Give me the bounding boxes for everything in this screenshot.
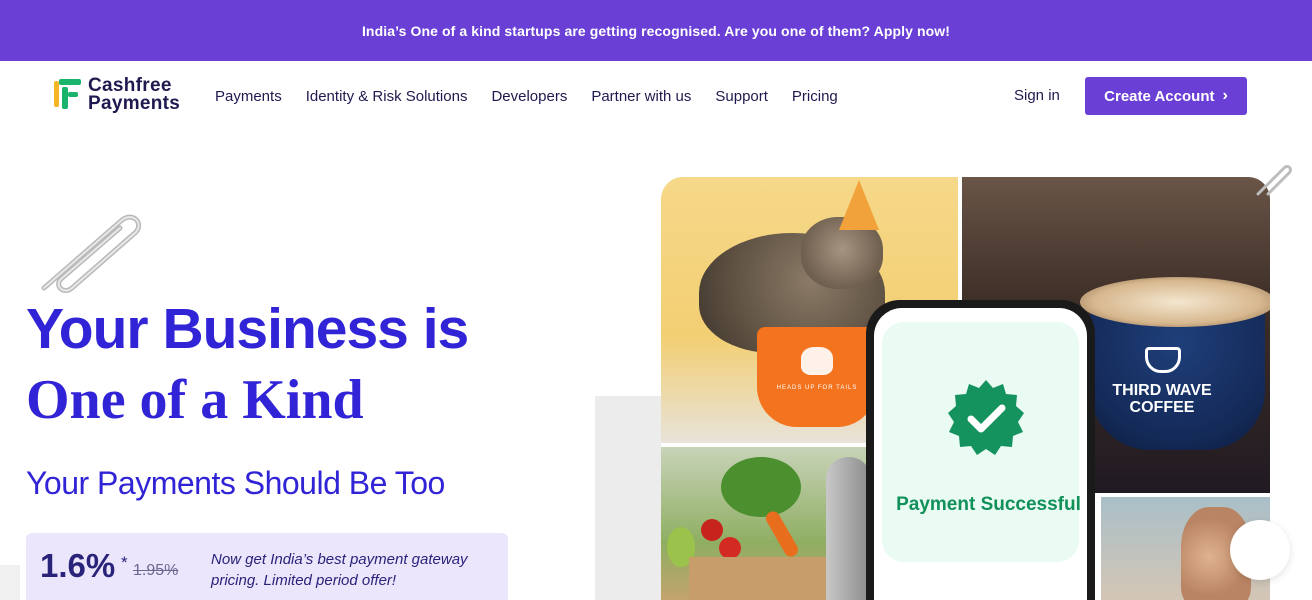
pet-bowl: HEADS UP FOR TAILS: [757, 327, 877, 427]
thumb-hand: [826, 457, 871, 600]
pricing-offer-box: 1.6% * 1.95% Now get India’s best paymen…: [26, 533, 508, 600]
announcement-link[interactable]: India’s One of a kind startups are getti…: [362, 23, 950, 39]
phone-screen: Payment Successful: [874, 308, 1087, 600]
offer-old-rate: 1.95%: [133, 562, 179, 579]
payment-successful-text: Payment Successful: [896, 494, 1081, 515]
nav-item-partner[interactable]: Partner with us: [591, 88, 691, 105]
latte-art: [1080, 277, 1270, 327]
cashfree-logo-icon: [52, 77, 84, 113]
chevron-right-icon: ›: [1222, 87, 1228, 104]
nav-item-payments[interactable]: Payments: [215, 88, 282, 105]
hero-headline-line2: One of a Kind: [26, 369, 364, 431]
nav-item-support[interactable]: Support: [715, 88, 768, 105]
announcement-bar: India’s One of a kind startups are getti…: [0, 0, 1312, 61]
site-header: Cashfree Payments Payments Identity & Ri…: [0, 61, 1312, 131]
vegetables-image: [661, 447, 874, 600]
phone-mockup: Payment Successful: [866, 300, 1095, 600]
offer-asterisk: *: [121, 553, 128, 572]
payment-success-card: Payment Successful: [882, 322, 1081, 562]
party-hat-icon: [839, 180, 879, 230]
create-account-label: Create Account: [1104, 87, 1215, 105]
sign-in-link[interactable]: Sign in: [1014, 87, 1060, 104]
cup-brand-text: THIRD WAVE COFFEE: [1112, 382, 1212, 416]
offer-rate: 1.6%: [40, 547, 116, 584]
create-account-button[interactable]: Create Account ›: [1085, 77, 1247, 115]
nav-item-pricing[interactable]: Pricing: [792, 88, 838, 105]
torn-paper-decoration-left: [0, 565, 20, 600]
offer-description: Now get India’s best payment gateway pri…: [211, 551, 468, 589]
nav-item-identity-risk[interactable]: Identity & Risk Solutions: [306, 88, 468, 105]
cashfree-logo[interactable]: Cashfree Payments: [52, 75, 187, 115]
paperclip-icon: [41, 214, 142, 293]
main-nav: Payments Identity & Risk Solutions Devel…: [215, 61, 838, 131]
dog-icon: [801, 347, 833, 375]
floating-action-circle[interactable]: [1230, 520, 1290, 580]
hero-subheadline: Your Payments Should Be Too: [26, 465, 445, 501]
logo-line2: Payments: [88, 93, 181, 114]
hero-headline-line1: Your Business is: [26, 297, 469, 361]
nav-item-developers[interactable]: Developers: [491, 88, 567, 105]
bowl-label: HEADS UP FOR TAILS: [776, 385, 858, 391]
logo-wordmark: Cashfree Payments: [88, 76, 181, 114]
verified-check-icon: [948, 380, 1024, 455]
paperclip-icon-right: [1256, 165, 1292, 196]
